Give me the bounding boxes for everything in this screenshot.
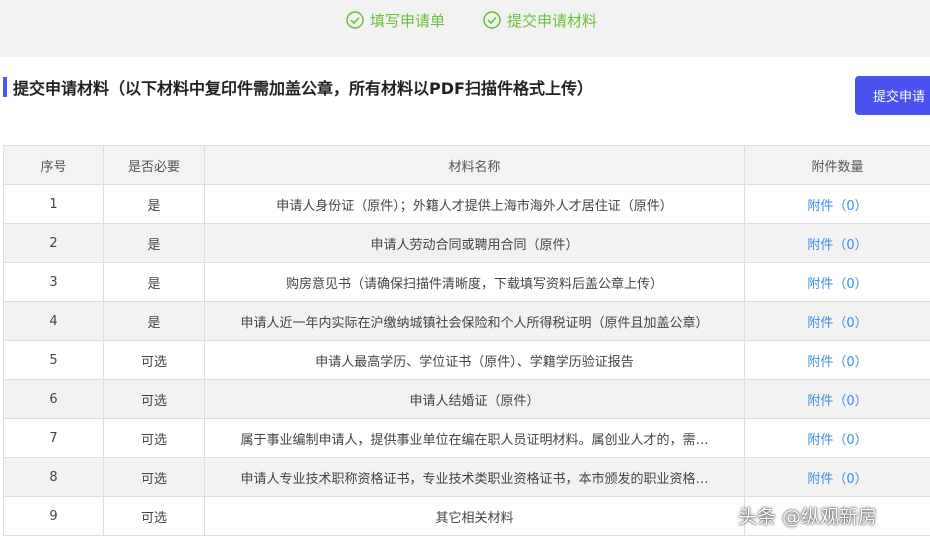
required-flag: 可选 bbox=[103, 418, 205, 458]
step-label: 提交申请材料 bbox=[507, 11, 598, 30]
attachment-link[interactable]: 附件（0） bbox=[807, 199, 867, 214]
material-name: 申请人近一年内实际在沪缴纳城镇社会保险和个人所得税证明（原件且加盖公章） bbox=[204, 301, 745, 341]
check-circle-icon bbox=[483, 11, 501, 29]
row-number: 7 bbox=[3, 418, 104, 458]
row-number: 6 bbox=[3, 379, 104, 419]
materials-table: 序号 是否必要 材料名称 附件数量 1 是 申请人身份证（原件）；外籍人才提供上… bbox=[3, 145, 930, 536]
row-number: 9 bbox=[3, 496, 104, 536]
step-fill-form: 填写申请单 bbox=[346, 9, 445, 31]
table-row: 7 可选 属于事业编制申请人，提供事业单位在编在职人员证明材料。属创业人才的，需… bbox=[3, 418, 930, 458]
required-flag: 是 bbox=[103, 223, 205, 263]
attachment-link[interactable]: 附件（0） bbox=[807, 355, 867, 370]
table-row: 8 可选 申请人专业技术职称资格证书，专业技术类职业资格证书，本市颁发的职业资格… bbox=[3, 457, 930, 497]
row-number: 8 bbox=[3, 457, 104, 497]
required-flag: 是 bbox=[103, 184, 205, 224]
required-flag: 可选 bbox=[103, 496, 205, 536]
row-number: 4 bbox=[3, 301, 104, 341]
watermark: 头条 @纵观新房 bbox=[738, 505, 878, 528]
table-row: 4 是 申请人近一年内实际在沪缴纳城镇社会保险和个人所得税证明（原件且加盖公章）… bbox=[3, 301, 930, 341]
column-header-attachment-count: 附件数量 bbox=[744, 145, 930, 185]
required-flag: 可选 bbox=[103, 379, 205, 419]
required-flag: 可选 bbox=[103, 340, 205, 380]
material-name: 申请人最高学历、学位证书（原件）、学籍学历验证报告 bbox=[204, 340, 745, 380]
section-accent-bar bbox=[3, 77, 7, 97]
section-title: 提交申请材料（以下材料中复印件需加盖公章，所有材料以PDF扫描件格式上传） bbox=[13, 79, 593, 98]
progress-steps-bar: 填写申请单 提交申请材料 bbox=[0, 0, 930, 57]
step-label: 填写申请单 bbox=[370, 11, 446, 30]
attachment-link[interactable]: 附件（0） bbox=[807, 433, 867, 448]
required-flag: 是 bbox=[103, 262, 205, 302]
attachment-link[interactable]: 附件（0） bbox=[807, 238, 867, 253]
attachment-link[interactable]: 附件（0） bbox=[807, 316, 867, 331]
material-name: 其它相关材料 bbox=[204, 496, 745, 536]
check-circle-icon bbox=[346, 11, 364, 29]
section-header: 提交申请材料（以下材料中复印件需加盖公章，所有材料以PDF扫描件格式上传） bbox=[3, 76, 593, 98]
column-header-required: 是否必要 bbox=[103, 145, 205, 185]
row-number: 3 bbox=[3, 262, 104, 302]
material-name: 申请人专业技术职称资格证书，专业技术类职业资格证书，本市颁发的职业资格… bbox=[204, 457, 745, 497]
column-header-no: 序号 bbox=[3, 145, 104, 185]
required-flag: 可选 bbox=[103, 457, 205, 497]
step-submit-materials: 提交申请材料 bbox=[483, 9, 597, 31]
submit-application-button[interactable]: 提交申请 bbox=[855, 76, 930, 115]
material-name: 申请人劳动合同或聘用合同（原件） bbox=[204, 223, 745, 263]
required-flag: 是 bbox=[103, 301, 205, 341]
material-name: 申请人结婚证（原件） bbox=[204, 379, 745, 419]
table-row: 5 可选 申请人最高学历、学位证书（原件）、学籍学历验证报告 附件（0） bbox=[3, 340, 930, 380]
table-header-row: 序号 是否必要 材料名称 附件数量 bbox=[3, 145, 930, 185]
table-row: 6 可选 申请人结婚证（原件） 附件（0） bbox=[3, 379, 930, 419]
attachment-link[interactable]: 附件（0） bbox=[807, 277, 867, 292]
material-name: 购房意见书（请确保扫描件清晰度，下载填写资料后盖公章上传） bbox=[204, 262, 745, 302]
column-header-material-name: 材料名称 bbox=[204, 145, 745, 185]
table-row: 3 是 购房意见书（请确保扫描件清晰度，下载填写资料后盖公章上传） 附件（0） bbox=[3, 262, 930, 302]
table-row: 1 是 申请人身份证（原件）；外籍人才提供上海市海外人才居住证（原件） 附件（0… bbox=[3, 184, 930, 224]
row-number: 1 bbox=[3, 184, 104, 224]
row-number: 2 bbox=[3, 223, 104, 263]
material-name: 申请人身份证（原件）；外籍人才提供上海市海外人才居住证（原件） bbox=[204, 184, 745, 224]
attachment-link[interactable]: 附件（0） bbox=[807, 394, 867, 409]
table-row: 2 是 申请人劳动合同或聘用合同（原件） 附件（0） bbox=[3, 223, 930, 263]
attachment-link[interactable]: 附件（0） bbox=[807, 472, 867, 487]
material-name: 属于事业编制申请人，提供事业单位在编在职人员证明材料。属创业人才的，需… bbox=[204, 418, 745, 458]
row-number: 5 bbox=[3, 340, 104, 380]
